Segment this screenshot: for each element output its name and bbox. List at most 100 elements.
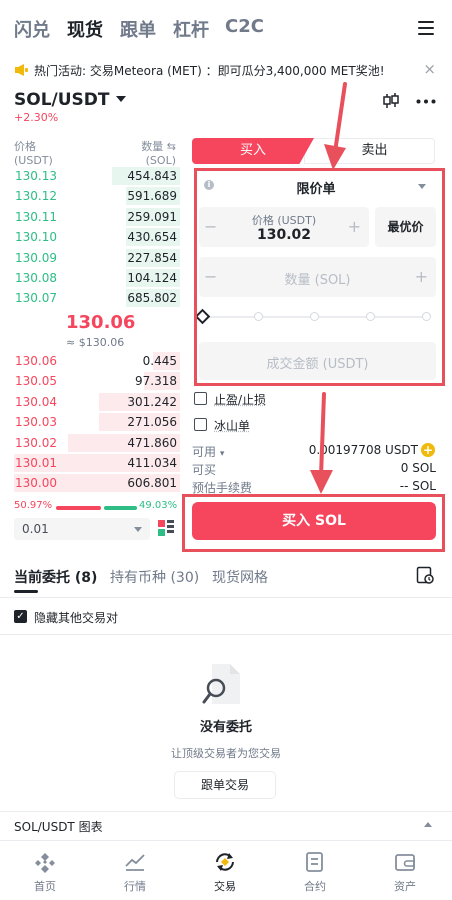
qty-header[interactable]: 数量 ⇆ (SOL) (120, 140, 176, 168)
announcement-text: 热门活动: 交易Meteora (MET) ：即可瓜分3,400,000 MET… (34, 64, 385, 78)
announcement-bar[interactable]: 热门活动: 交易Meteora (MET) ：即可瓜分3,400,000 MET… (0, 56, 452, 84)
qty-header-label: 数量 ⇆ (141, 140, 176, 153)
tab-spot[interactable]: 现货 (67, 16, 103, 42)
candlestick-icon[interactable] (382, 92, 400, 110)
trade-icon (216, 853, 234, 871)
ask-row[interactable]: 130.02 471.860 (0, 433, 180, 453)
sell-ratio-bar (104, 506, 137, 510)
can-buy-label: 可买 (192, 463, 217, 477)
chart-bar-label: SOL/USDT 图表 (14, 820, 103, 834)
tpsl-label[interactable]: 止盈/止损 (214, 391, 266, 408)
ask-qty: 0.445 (142, 354, 177, 368)
pair-selector[interactable]: SOL/USDT (14, 90, 126, 110)
ask-price: 130.00 (15, 476, 57, 491)
bid-row[interactable]: 130.11 259.091 (0, 207, 180, 227)
ask-row[interactable]: 130.05 97.318 (0, 371, 180, 391)
bid-price: 130.08 (15, 271, 57, 285)
ask-row[interactable]: 130.00 606.801 (0, 473, 180, 493)
hide-others-label: 隐藏其他交易对 (34, 611, 119, 625)
bid-qty: 454.843 (127, 169, 177, 183)
highlight-buy-button (182, 494, 445, 552)
bid-row[interactable]: 130.08 104.124 (0, 268, 180, 288)
tab-spot-grid[interactable]: 现货网格 (212, 567, 268, 587)
close-icon[interactable]: × (423, 60, 436, 78)
tab-margin[interactable]: 杠杆 (173, 16, 209, 42)
arrow-icon (324, 82, 347, 170)
sell-ratio: 49.03% (139, 500, 178, 511)
bid-row[interactable]: 130.07 685.802 (0, 288, 180, 308)
bid-row[interactable]: 130.13 454.843 (0, 166, 180, 186)
step-value: 0.01 (22, 522, 49, 536)
nav-markets-label: 行情 (124, 880, 146, 893)
menu-icon[interactable] (418, 21, 434, 35)
ask-price: 130.05 (15, 374, 57, 389)
hide-others-checkbox[interactable]: ✓ (14, 610, 27, 623)
chart-bar[interactable]: SOL/USDT 图表 (0, 812, 452, 840)
ask-row[interactable]: 130.06 0.445 (0, 351, 180, 371)
price-change: +2.30% (14, 111, 59, 124)
nav-markets[interactable]: 行情 (90, 841, 180, 900)
book-layout-icon[interactable] (158, 520, 174, 536)
fee-value: -- SOL (399, 479, 436, 493)
bid-row[interactable]: 130.12 591.689 (0, 186, 180, 206)
ask-qty: 606.801 (127, 476, 177, 491)
empty-title: 没有委托 (199, 720, 252, 735)
tab-holdings[interactable]: 持有币种 (30) (110, 567, 199, 587)
step-select[interactable]: 0.01 (14, 518, 150, 540)
copy-trade-button[interactable]: 跟单交易 (174, 771, 276, 799)
megaphone-icon (15, 64, 28, 76)
iceberg-checkbox[interactable] (194, 418, 207, 431)
buy-ratio: 50.97% (14, 500, 53, 511)
ask-price: 130.06 (15, 354, 57, 368)
markets-icon (125, 854, 145, 871)
price-header-label: 价格 (14, 140, 36, 153)
add-funds-icon[interactable]: + (421, 443, 435, 457)
available-label-text: 可用 (192, 445, 217, 459)
ask-price: 130.03 (15, 415, 57, 430)
divider (0, 634, 452, 635)
nav-futures[interactable]: 合约 (270, 841, 360, 900)
more-icon[interactable] (416, 99, 436, 104)
home-icon (35, 853, 55, 873)
tab-buy[interactable]: 买入 (192, 138, 314, 164)
arrow-icon (310, 392, 333, 494)
ask-qty: 97.318 (135, 374, 177, 389)
order-history-icon[interactable] (416, 566, 434, 584)
ask-qty: 301.242 (127, 394, 177, 409)
chevron-up-icon (424, 822, 432, 827)
bid-price: 130.10 (15, 230, 57, 245)
tab-copy[interactable]: 跟单 (120, 16, 156, 42)
bid-qty: 259.091 (127, 209, 177, 224)
nav-home[interactable]: 首页 (0, 841, 90, 900)
ask-row[interactable]: 130.03 271.056 (0, 412, 180, 432)
iceberg-label[interactable]: 冰山单 (214, 417, 250, 434)
nav-assets[interactable]: 资产 (360, 841, 450, 900)
ask-row[interactable]: 130.04 301.242 (0, 392, 180, 412)
nav-home-label: 首页 (34, 880, 56, 893)
nav-trade-label: 交易 (214, 880, 236, 893)
top-nav: 闪兑 现货 跟单 杠杆 C2C (0, 0, 452, 56)
can-buy-value: 0 SOL (400, 461, 436, 475)
ask-qty: 471.860 (127, 435, 177, 450)
bid-qty: 685.802 (127, 291, 177, 306)
bid-qty: 430.654 (127, 230, 177, 245)
tpsl-checkbox[interactable] (194, 392, 207, 405)
bid-qty: 227.854 (127, 250, 177, 265)
nav-trade[interactable]: 交易 (180, 841, 270, 900)
active-tab-indicator (14, 590, 38, 593)
highlight-order-form (194, 168, 445, 386)
tab-open-orders[interactable]: 当前委托 (8) (14, 567, 97, 587)
last-price-usd: ≈ $130.06 (66, 336, 125, 349)
price-header: 价格 (USDT) (14, 140, 53, 168)
bid-qty: 591.689 (127, 189, 177, 204)
ask-row[interactable]: 130.01 411.034 (0, 453, 180, 473)
wallet-icon (395, 854, 415, 871)
tab-swap[interactable]: 闪兑 (14, 16, 50, 42)
available-label[interactable]: 可用 ▾ (192, 443, 224, 460)
bid-price: 130.07 (15, 291, 57, 306)
bid-row[interactable]: 130.10 430.654 (0, 227, 180, 247)
chevron-down-icon (115, 96, 126, 102)
bid-row[interactable]: 130.09 227.854 (0, 248, 180, 268)
tab-c2c[interactable]: C2C (225, 16, 264, 37)
bid-qty: 104.124 (127, 271, 177, 285)
